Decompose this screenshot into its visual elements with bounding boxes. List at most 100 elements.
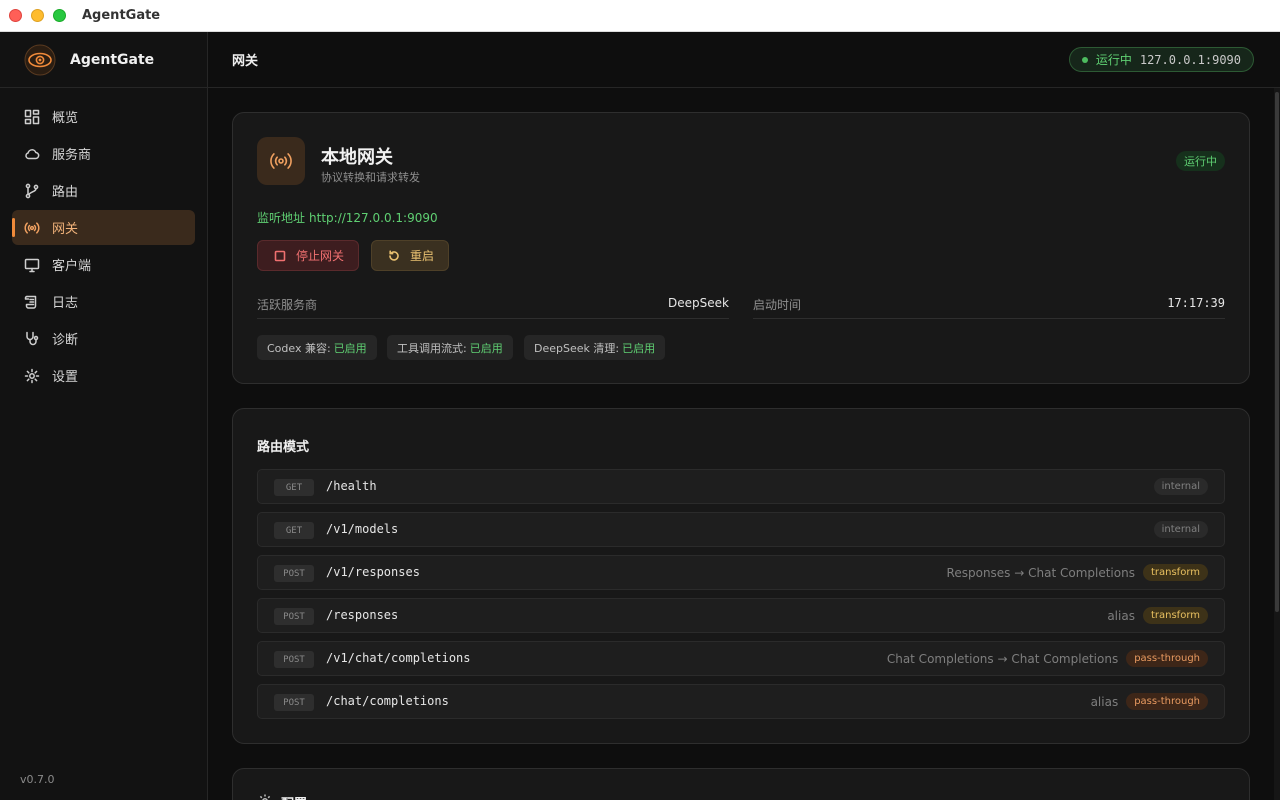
status-label: 运行中 bbox=[1095, 53, 1132, 67]
route-row[interactable]: GET /v1/models internal bbox=[257, 512, 1225, 547]
config-title: 配置 bbox=[281, 793, 307, 800]
sidebar-item-label: 客户端 bbox=[52, 259, 92, 274]
sidebar-item-clients[interactable]: 客户端 bbox=[12, 247, 195, 282]
stethoscope-icon bbox=[26, 331, 39, 345]
feature-name: Codex 兼容: bbox=[267, 341, 331, 355]
start-time-value: 17:17:39 bbox=[1167, 296, 1225, 310]
http-method-badge: GET bbox=[274, 479, 314, 496]
sidebar-item-settings[interactable]: 设置 bbox=[12, 358, 195, 393]
sidebar-item-diagnostics[interactable]: 诊断 bbox=[12, 321, 195, 356]
sidebar-item-providers[interactable]: 服务商 bbox=[12, 136, 195, 171]
sidebar-item-label: 路由 bbox=[52, 185, 79, 200]
route-mode-tag: pass-through bbox=[1126, 693, 1208, 710]
start-time-label: 启动时间 bbox=[753, 298, 802, 312]
page-header: 网关 运行中 127.0.0.1:9090 bbox=[208, 32, 1280, 88]
route-meta: internal bbox=[1146, 478, 1208, 495]
route-mode-tag: internal bbox=[1153, 478, 1208, 495]
close-window-button[interactable] bbox=[9, 9, 22, 22]
gateway-stats: 活跃服务商 DeepSeek 启动时间 17:17:39 bbox=[257, 291, 1225, 319]
route-description: alias bbox=[1107, 608, 1135, 623]
status-dot-icon bbox=[1081, 56, 1088, 63]
route-mode-tag: pass-through bbox=[1126, 650, 1208, 667]
route-meta: internal bbox=[1146, 521, 1208, 538]
listen-url[interactable]: http://127.0.0.1:9090 bbox=[309, 211, 438, 225]
route-path: /responses bbox=[326, 608, 399, 622]
route-mode-tag: transform bbox=[1142, 564, 1208, 581]
git-branch-icon bbox=[25, 183, 39, 198]
feature-chip-deepseek-cleanup: DeepSeek 清理: 已启用 bbox=[524, 335, 666, 360]
feature-state: 已启用 bbox=[622, 341, 656, 355]
agentgate-logo-icon bbox=[24, 44, 56, 75]
broadcast-icon bbox=[24, 221, 40, 234]
sidebar-item-routes[interactable]: 路由 bbox=[12, 173, 195, 208]
sidebar-item-label: 概览 bbox=[52, 111, 79, 126]
scroll-icon bbox=[24, 295, 37, 309]
brand-name: AgentGate bbox=[70, 51, 155, 68]
sidebar-item-label: 服务商 bbox=[52, 148, 92, 163]
window-titlebar: AgentGate bbox=[0, 0, 1280, 32]
http-method-badge: POST bbox=[274, 694, 314, 711]
route-mode-tag: internal bbox=[1153, 521, 1208, 538]
route-path: /health bbox=[326, 479, 377, 493]
route-patterns-card: 路由模式 GET /health internal GET /v1/models… bbox=[232, 408, 1250, 744]
route-meta: alias transform bbox=[1107, 607, 1208, 624]
brand: AgentGate bbox=[0, 32, 207, 88]
feature-name: 工具调用流式: bbox=[397, 341, 467, 355]
gateway-icon-tile bbox=[257, 137, 305, 185]
gateway-status-pill: 运行中 127.0.0.1:9090 bbox=[1068, 47, 1254, 72]
route-path: /v1/responses bbox=[326, 565, 420, 579]
status-address: 127.0.0.1:9090 bbox=[1139, 52, 1241, 67]
route-meta: Chat Completions → Chat Completions pass… bbox=[887, 650, 1208, 667]
sidebar-item-overview[interactable]: 概览 bbox=[12, 99, 195, 134]
route-row[interactable]: POST /responses alias transform bbox=[257, 598, 1225, 633]
restart-icon bbox=[389, 249, 399, 261]
sidebar-item-label: 设置 bbox=[52, 370, 79, 385]
route-description: alias bbox=[1090, 694, 1119, 709]
feature-name: DeepSeek 清理: bbox=[534, 341, 620, 355]
dashboard-icon bbox=[24, 109, 40, 124]
minimize-window-button[interactable] bbox=[31, 9, 44, 22]
feature-chip-codex: Codex 兼容: 已启用 bbox=[257, 335, 377, 360]
scrollbar-thumb[interactable] bbox=[1275, 92, 1279, 612]
route-meta: alias pass-through bbox=[1091, 693, 1208, 710]
broadcast-icon bbox=[270, 153, 292, 169]
start-time-stat: 启动时间 17:17:39 bbox=[753, 291, 1225, 319]
gateway-subtitle: 协议转换和请求转发 bbox=[321, 171, 420, 184]
stop-square-icon bbox=[274, 250, 286, 261]
window-title: AgentGate bbox=[82, 8, 161, 23]
route-patterns-title: 路由模式 bbox=[257, 440, 310, 455]
stop-gateway-button[interactable]: 停止网关 bbox=[257, 240, 360, 271]
route-path: /v1/chat/completions bbox=[326, 651, 471, 665]
listen-address: 监听地址 http://127.0.0.1:9090 bbox=[257, 209, 438, 226]
route-row[interactable]: POST /v1/responses Responses → Chat Comp… bbox=[257, 555, 1225, 590]
route-row[interactable]: GET /health internal bbox=[257, 469, 1225, 504]
restart-gateway-button[interactable]: 重启 bbox=[371, 240, 450, 271]
zoom-window-button[interactable] bbox=[53, 9, 66, 22]
route-path: /v1/models bbox=[326, 522, 399, 536]
route-description: Chat Completions → Chat Completions bbox=[886, 651, 1119, 666]
status-badge: 运行中 bbox=[1176, 151, 1225, 171]
sidebar-item-gateway[interactable]: 网关 bbox=[12, 210, 195, 245]
feature-state: 已启用 bbox=[469, 341, 503, 355]
gateway-title: 本地网关 bbox=[321, 147, 393, 168]
listen-label: 监听地址 bbox=[257, 211, 306, 225]
http-method-badge: POST bbox=[274, 608, 314, 625]
route-row[interactable]: POST /chat/completions alias pass-throug… bbox=[257, 684, 1225, 719]
sidebar-nav: 概览 服务商 路由 网关 客户端 日志 诊断 设置 bbox=[0, 88, 207, 393]
route-path: /chat/completions bbox=[326, 694, 449, 708]
app-version: v0.7.0 bbox=[20, 773, 55, 786]
gear-icon bbox=[259, 794, 271, 800]
sidebar: AgentGate 概览 服务商 路由 网关 客户端 日志 诊断 设置 v0.7… bbox=[0, 32, 208, 800]
restart-label: 重启 bbox=[410, 249, 435, 263]
gear-icon bbox=[24, 368, 40, 383]
window-controls bbox=[9, 9, 66, 22]
cloud-icon bbox=[25, 148, 40, 159]
active-provider-value: DeepSeek bbox=[668, 296, 729, 310]
sidebar-item-label: 网关 bbox=[52, 222, 79, 237]
feature-state: 已启用 bbox=[333, 341, 367, 355]
sidebar-item-logs[interactable]: 日志 bbox=[12, 284, 195, 319]
route-row[interactable]: POST /v1/chat/completions Chat Completio… bbox=[257, 641, 1225, 676]
route-list: GET /health internal GET /v1/models inte… bbox=[257, 469, 1225, 727]
route-description: Responses → Chat Completions bbox=[946, 565, 1135, 580]
main-content[interactable]: 本地网关 协议转换和请求转发 运行中 监听地址 http://127.0.0.1:… bbox=[208, 88, 1274, 800]
